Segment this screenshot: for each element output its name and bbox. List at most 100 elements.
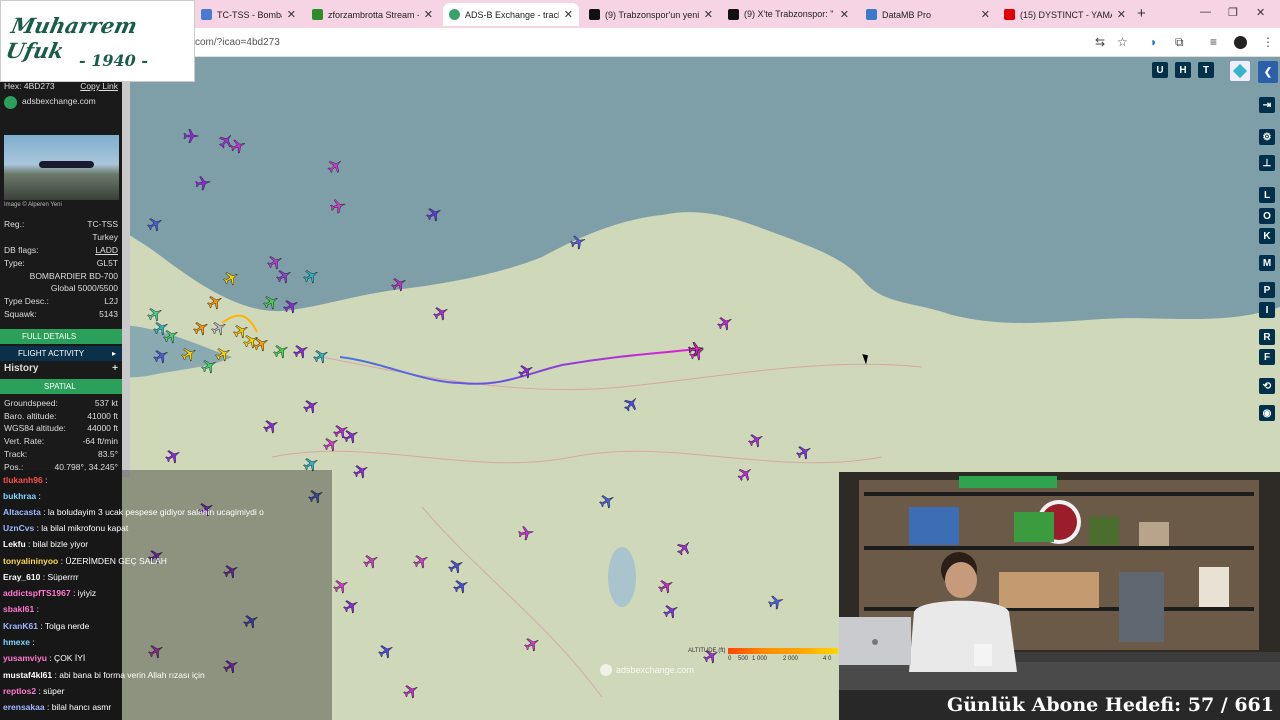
minimize-icon[interactable]: — [1200,6,1211,18]
aircraft-icon[interactable] [229,137,247,155]
aircraft-icon[interactable] [342,597,360,615]
restore-icon[interactable]: ❐ [1228,6,1238,19]
map-button-u[interactable]: U [1152,62,1168,78]
aircraft-icon[interactable] [517,524,535,542]
aircraft-icon[interactable] [272,342,290,360]
aircraft-icon[interactable] [312,347,330,365]
aircraft-icon[interactable] [412,552,430,570]
aircraft-icon[interactable] [675,539,693,557]
aircraft-icon[interactable] [262,293,280,311]
map-button-t[interactable]: T [1198,62,1214,78]
aircraft-icon[interactable] [180,345,198,363]
flight-activity-button[interactable]: FLIGHT ACTIVITY ▸ [0,346,122,361]
new-tab-button[interactable]: + [1137,5,1146,22]
aircraft-icon[interactable] [523,635,541,653]
close-window-icon[interactable]: ✕ [1256,6,1265,19]
collapse-sidebar-icon[interactable]: ❮ [1258,61,1278,83]
tab-bombardier[interactable]: TC-TSS - Bombardier Glob ✕ [195,3,302,26]
map-button-o[interactable]: O [1259,208,1275,224]
aircraft-icon[interactable] [657,577,675,595]
translate-icon[interactable]: ⇆ [1095,35,1105,49]
aircraft-icon[interactable] [206,293,224,311]
extension-icon[interactable]: ◗ [1150,35,1157,49]
bookmark-star-icon[interactable]: ☆ [1117,35,1128,49]
close-icon[interactable]: ✕ [1117,8,1126,21]
aircraft-icon[interactable] [292,342,310,360]
tab-adsb-exchange[interactable]: ADS-B Exchange - track a ✕ [443,3,579,26]
aircraft-icon[interactable] [598,492,616,510]
aircraft-icon[interactable] [332,577,350,595]
aircraft-icon[interactable] [569,233,587,251]
history-row[interactable]: History + [4,363,118,374]
eye-icon[interactable]: ◉ [1259,405,1275,421]
close-icon[interactable]: ✕ [840,8,849,21]
close-icon[interactable]: ✕ [704,8,713,21]
aircraft-icon[interactable] [282,297,300,315]
aircraft-icon[interactable] [322,435,340,453]
layers-icon[interactable] [1230,61,1250,81]
plus-icon[interactable]: + [112,363,118,374]
aircraft-icon[interactable] [390,275,408,293]
map-button-f[interactable]: F [1259,349,1275,365]
aircraft-icon[interactable] [517,362,535,380]
aircraft-icon[interactable] [432,304,450,322]
media-controls-icon[interactable]: ≡ [1210,35,1217,49]
aircraft-icon[interactable] [302,397,320,415]
aircraft-icon[interactable] [222,269,240,287]
menu-kebab-icon[interactable]: ⋮ [1262,35,1274,49]
aircraft-icon[interactable] [262,417,280,435]
aircraft-icon[interactable] [182,127,200,145]
tab-x-trabzonspor-1[interactable]: (9) Trabzonspor'un yeni t ✕ [583,3,719,26]
map-button-m[interactable]: M [1259,255,1275,271]
profile-avatar[interactable] [1234,36,1247,49]
map-button-l[interactable]: L [1259,187,1275,203]
aircraft-icon[interactable] [329,197,347,215]
aircraft-icon[interactable] [662,602,680,620]
close-icon[interactable]: ✕ [564,8,573,21]
aircraft-icon[interactable] [622,395,640,413]
aircraft-icon[interactable] [252,335,270,353]
aircraft-icon[interactable] [194,174,212,192]
close-icon[interactable]: ✕ [424,8,433,21]
copy-link[interactable]: Copy Link [80,81,118,91]
aircraft-icon[interactable] [342,427,360,445]
aircraft-icon[interactable] [362,552,380,570]
tab-x-trabzonspor-2[interactable]: (9) X'te Trabzonspor: "🔥 ✕ [722,3,855,26]
aircraft-icon[interactable] [425,205,443,223]
map-button-r[interactable]: R [1259,329,1275,345]
aircraft-icon[interactable] [402,682,420,700]
map-button-k[interactable]: K [1259,228,1275,244]
aircraft-icon[interactable] [716,314,734,332]
tab-stream[interactable]: zforzambrotta Stream - W ✕ [306,3,439,26]
map-button-h[interactable]: H [1175,62,1191,78]
tab-datamb[interactable]: DataMB Pro ✕ [860,3,996,26]
aircraft-icon[interactable] [146,215,164,233]
close-icon[interactable]: ✕ [981,8,990,21]
tab-youtube[interactable]: (15) DYSTINCT - YAMA (O ✕ [998,3,1132,26]
aircraft-icon[interactable] [352,462,370,480]
login-icon[interactable]: ⇥ [1259,97,1275,113]
aircraft-icon[interactable] [192,319,210,337]
aircraft-icon[interactable] [736,465,754,483]
aircraft-icon[interactable] [326,157,344,175]
aircraft-icon[interactable] [452,577,470,595]
aircraft-icon[interactable] [302,267,320,285]
close-icon[interactable]: ✕ [287,8,296,21]
url-field[interactable]: com/?icao=4bd273 [195,37,280,48]
aircraft-icon[interactable] [767,593,785,611]
settings-gear-icon[interactable]: ⚙ [1259,129,1275,145]
aircraft-icon[interactable] [164,447,182,465]
aircraft-icon[interactable] [162,327,180,345]
replay-icon[interactable]: ⟲ [1259,378,1275,394]
aircraft-icon[interactable] [200,357,218,375]
aircraft-icon[interactable] [275,267,293,285]
hierarchy-icon[interactable]: ⊥ [1259,155,1275,171]
aircraft-icon[interactable] [210,319,228,337]
selected-aircraft-icon[interactable] [687,340,705,358]
aircraft-icon[interactable] [152,347,170,365]
aircraft-icon[interactable] [377,642,395,660]
aircraft-icon[interactable] [795,443,813,461]
map-button-p[interactable]: P [1259,282,1275,298]
map-button-i[interactable]: I [1259,302,1275,318]
aircraft-icon[interactable] [447,557,465,575]
